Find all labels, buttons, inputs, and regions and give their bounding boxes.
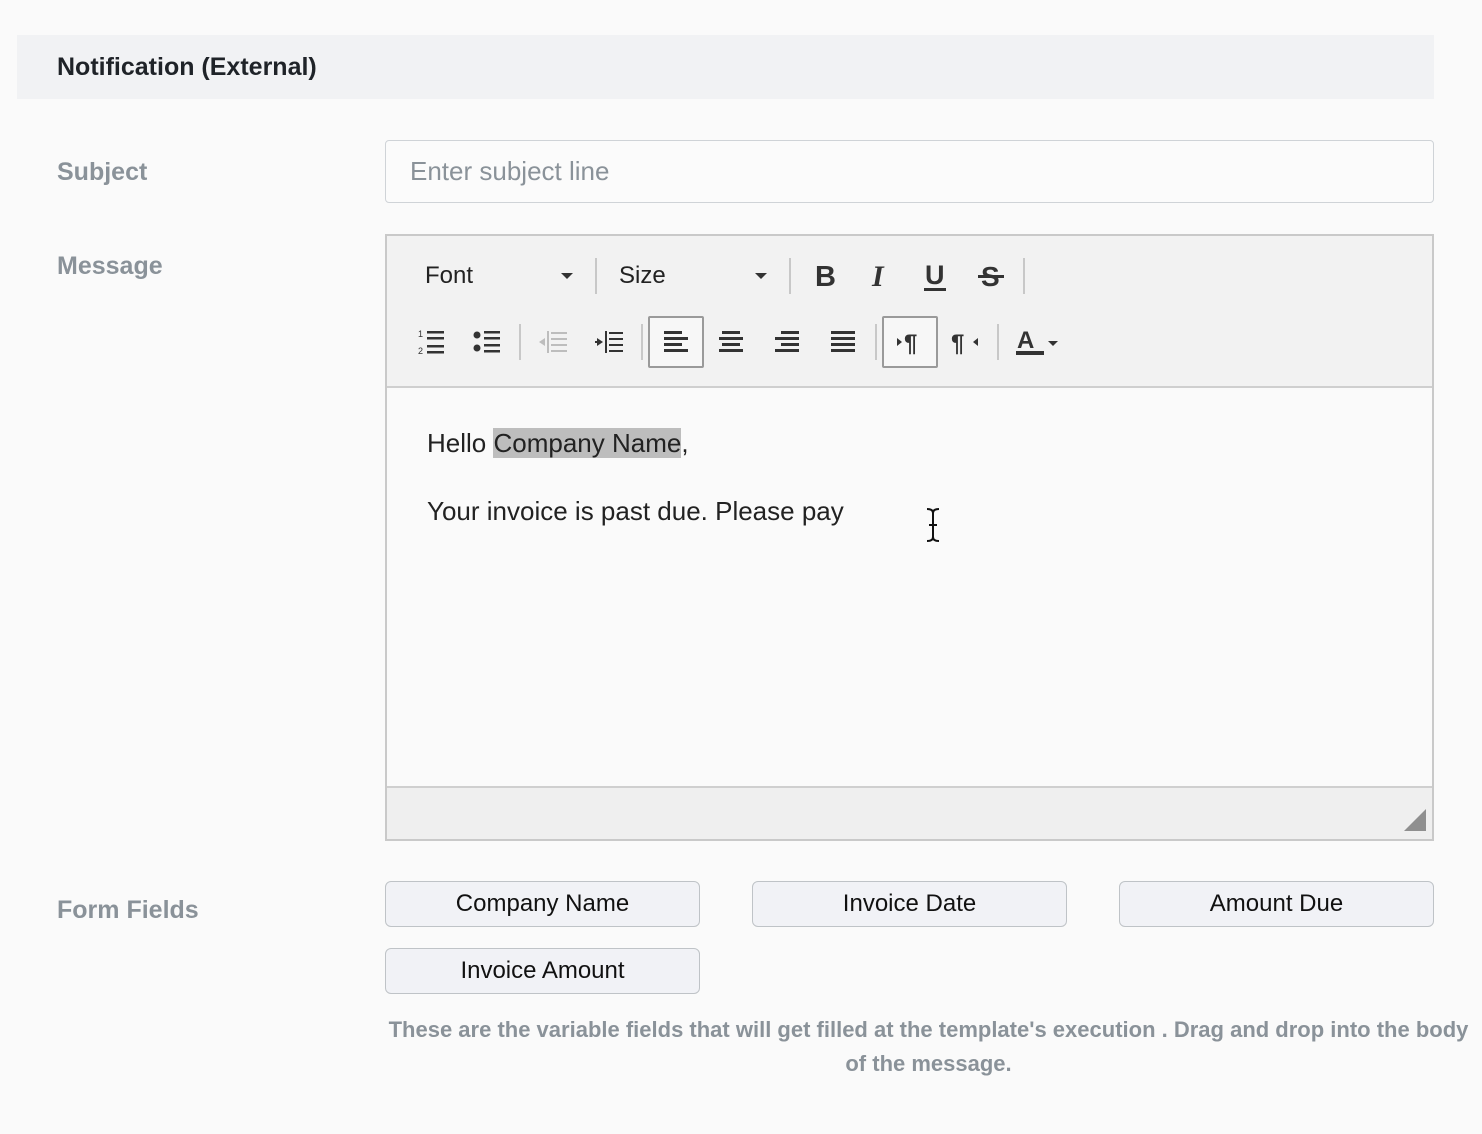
indent-button[interactable] [583, 316, 635, 368]
section-title: Notification (External) [57, 52, 317, 81]
font-dropdown[interactable]: Font [409, 250, 587, 302]
body-line: Your invoice is past due. Please pay [427, 496, 844, 526]
subject-label: Subject [57, 158, 148, 186]
ltr-icon: ¶ [897, 330, 917, 355]
outdent-button[interactable] [527, 316, 579, 368]
font-dropdown-label: Font [425, 262, 474, 289]
greeting-line: Hello Company Name, [427, 428, 1392, 459]
align-center-icon [719, 331, 743, 352]
align-center-button[interactable] [705, 316, 757, 368]
greeting-prefix: Hello [427, 428, 494, 458]
ordered-list-button[interactable]: 1 2 [405, 316, 457, 368]
text-color-icon: A [1016, 327, 1058, 355]
subject-input[interactable] [385, 140, 1434, 203]
rtl-button[interactable]: ¶ [939, 316, 991, 368]
bold-button[interactable]: B [799, 250, 851, 302]
form-fields-label: Form Fields [57, 896, 199, 924]
message-label: Message [57, 252, 163, 280]
ordered-list-icon: 1 2 [418, 329, 444, 356]
align-left-icon [664, 331, 688, 352]
text-color-button[interactable]: A [1005, 316, 1071, 368]
text-cursor-icon [926, 508, 940, 542]
resize-handle-icon[interactable] [1404, 809, 1426, 831]
svg-text:¶: ¶ [951, 330, 964, 355]
svg-text:U: U [925, 260, 945, 290]
svg-text:B: B [815, 261, 836, 291]
chevron-down-icon [755, 273, 767, 279]
field-invoice-date-button[interactable]: Invoice Date [752, 881, 1067, 927]
editor-statusbar [387, 786, 1432, 839]
editor-toolbar: Font Size B I U S 1 2 ¶ ¶ A [387, 236, 1432, 388]
svg-text:1: 1 [418, 329, 423, 339]
form-fields-helper-text: These are the variable fields that will … [388, 1017, 1469, 1076]
section-header: Notification (External) [17, 35, 1434, 99]
align-right-button[interactable] [761, 316, 813, 368]
align-justify-button[interactable] [817, 316, 869, 368]
svg-text:2: 2 [418, 346, 423, 356]
message-editor: Font Size B I U S 1 2 ¶ ¶ A Hello Compan… [385, 234, 1434, 841]
bold-icon: B [815, 261, 836, 291]
align-right-icon [775, 331, 799, 352]
greeting-suffix: , [681, 428, 689, 458]
svg-text:I: I [871, 261, 885, 291]
italic-icon: I [871, 261, 885, 291]
svg-text:¶: ¶ [904, 330, 917, 355]
strikethrough-button[interactable]: S [965, 250, 1017, 302]
field-invoice-amount-button[interactable]: Invoice Amount [385, 948, 700, 994]
indent-icon [595, 331, 623, 353]
ltr-button[interactable]: ¶ [882, 316, 938, 368]
svg-text:A: A [1017, 327, 1034, 354]
italic-button[interactable]: I [853, 250, 905, 302]
field-amount-due-button[interactable]: Amount Due [1119, 881, 1434, 927]
company-name-token[interactable]: Company Name [493, 428, 682, 458]
align-left-button[interactable] [648, 316, 704, 368]
size-dropdown-label: Size [619, 262, 666, 289]
strikethrough-icon: S [978, 261, 1004, 292]
outdent-icon [539, 331, 567, 353]
unordered-list-icon [473, 331, 500, 353]
unordered-list-button[interactable] [461, 316, 513, 368]
rtl-icon: ¶ [951, 330, 978, 355]
underline-button[interactable]: U [909, 250, 961, 302]
field-company-name-button[interactable]: Company Name [385, 881, 700, 927]
chevron-down-icon [561, 273, 573, 279]
align-justify-icon [831, 331, 855, 352]
underline-icon: U [924, 260, 946, 291]
size-dropdown[interactable]: Size [603, 250, 781, 302]
message-body[interactable]: Hello Company Name, Your invoice is past… [387, 386, 1432, 787]
